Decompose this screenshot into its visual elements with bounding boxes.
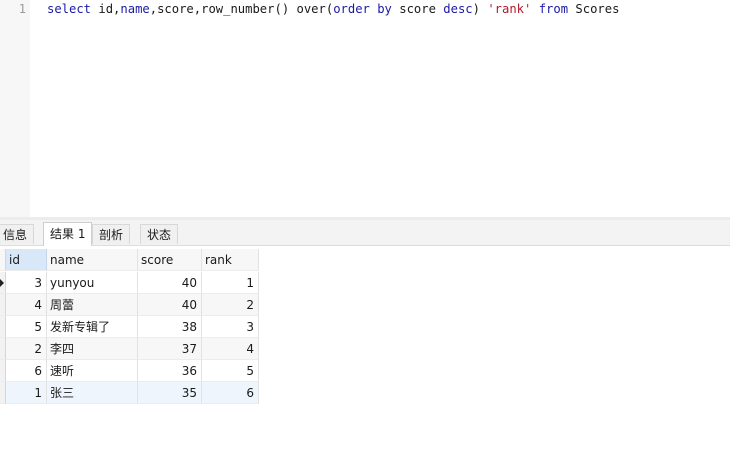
- keyword-name: name: [120, 2, 150, 16]
- cell-name[interactable]: yunyou: [47, 272, 138, 294]
- code-token: ): [472, 2, 488, 16]
- cell-score[interactable]: 40: [138, 272, 202, 294]
- line-gutter: 1: [0, 0, 30, 217]
- cell-rank[interactable]: 4: [202, 338, 259, 360]
- cell-score[interactable]: 35: [138, 382, 202, 404]
- code-token: score: [391, 2, 444, 16]
- cell-name[interactable]: 李四: [47, 338, 138, 360]
- cell-id[interactable]: 1: [6, 382, 47, 404]
- cell-name[interactable]: 发新专辑了: [47, 316, 138, 338]
- cell-rank[interactable]: 1: [202, 272, 259, 294]
- code-token: id,: [91, 2, 121, 16]
- table-row[interactable]: 5 发新专辑了 38 3: [0, 316, 259, 338]
- cell-score[interactable]: 40: [138, 294, 202, 316]
- table-row[interactable]: 3 yunyou 40 1: [0, 272, 259, 294]
- cell-id[interactable]: 3: [6, 272, 47, 294]
- cell-score[interactable]: 37: [138, 338, 202, 360]
- keyword-desc: desc: [443, 2, 473, 16]
- table-row[interactable]: 1 张三 35 6: [0, 382, 259, 404]
- code-token: ,score,row_number() over(: [149, 2, 334, 16]
- cell-rank[interactable]: 5: [202, 360, 259, 382]
- keyword-select: select: [47, 2, 92, 16]
- cell-id[interactable]: 5: [6, 316, 47, 338]
- sql-query-line[interactable]: select id,name,score,row_number() over(o…: [47, 2, 619, 17]
- column-header-score[interactable]: score: [138, 249, 202, 271]
- keyword-order: order: [333, 2, 370, 16]
- code-token: Scores: [568, 2, 620, 16]
- keyword-by: by: [377, 2, 392, 16]
- cell-score[interactable]: 36: [138, 360, 202, 382]
- cell-name[interactable]: 周蕾: [47, 294, 138, 316]
- grid-header-row: id name score rank: [0, 249, 259, 271]
- cell-name[interactable]: 速听: [47, 360, 138, 382]
- result-tabbar: 信息 结果 1 剖析 状态: [0, 220, 730, 246]
- current-row-arrow-icon: [0, 279, 4, 287]
- keyword-from: from: [538, 2, 569, 16]
- tab-profile[interactable]: 剖析: [92, 224, 131, 244]
- cell-id[interactable]: 4: [6, 294, 47, 316]
- cell-rank[interactable]: 3: [202, 316, 259, 338]
- string-literal: 'rank': [487, 2, 532, 16]
- tab-status[interactable]: 状态: [140, 224, 179, 244]
- cell-rank[interactable]: 6: [202, 382, 259, 404]
- column-header-name[interactable]: name: [47, 249, 138, 271]
- line-number: 1: [18, 2, 26, 16]
- table-row[interactable]: 2 李四 37 4: [0, 338, 259, 360]
- column-header-rank[interactable]: rank: [202, 249, 259, 271]
- cell-rank[interactable]: 2: [202, 294, 259, 316]
- tab-info[interactable]: 信息: [0, 224, 35, 244]
- cell-id[interactable]: 6: [6, 360, 47, 382]
- table-row[interactable]: 4 周蕾 40 2: [0, 294, 259, 316]
- sql-editor[interactable]: 1 select id,name,score,row_number() over…: [0, 0, 730, 217]
- tab-result-1[interactable]: 结果 1: [43, 222, 93, 246]
- cell-score[interactable]: 38: [138, 316, 202, 338]
- cell-name[interactable]: 张三: [47, 382, 138, 404]
- table-row[interactable]: 6 速听 36 5: [0, 360, 259, 382]
- cell-id[interactable]: 2: [6, 338, 47, 360]
- column-header-id[interactable]: id: [6, 249, 47, 271]
